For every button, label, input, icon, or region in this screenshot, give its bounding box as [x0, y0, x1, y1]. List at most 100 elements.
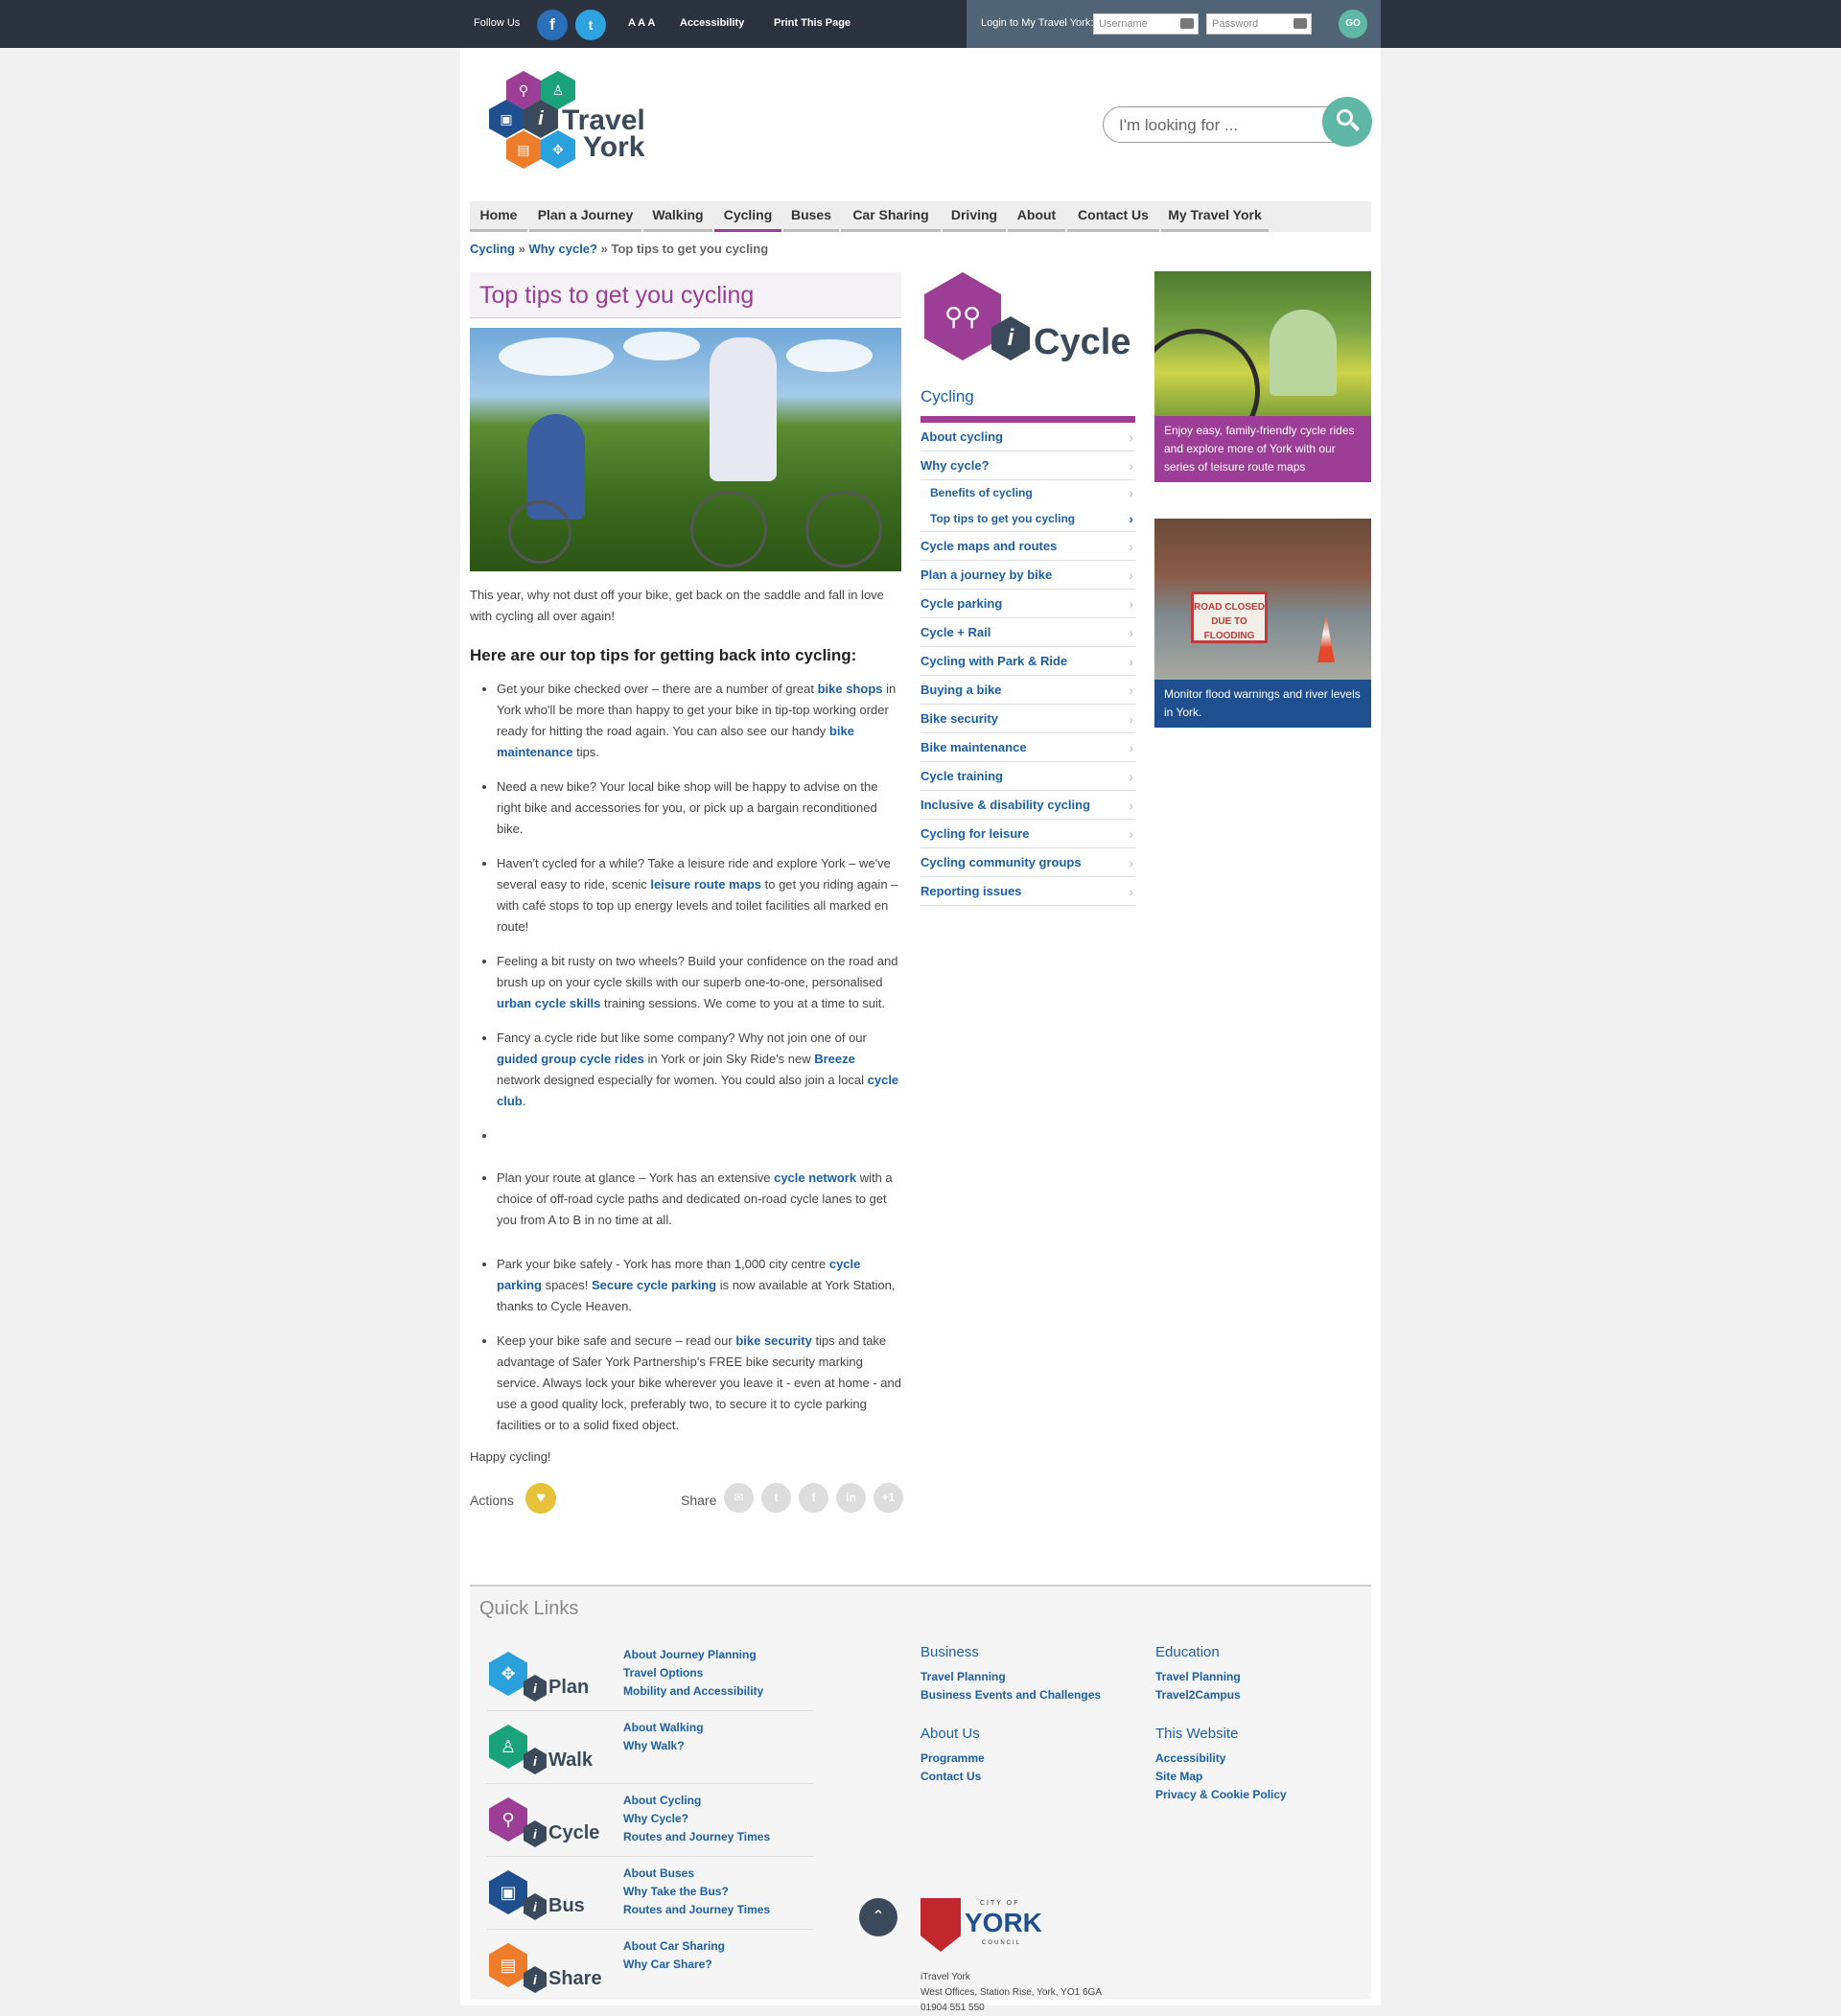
quick-link[interactable]: Routes and Journey Times [623, 1901, 770, 1919]
promo-flood-warnings[interactable]: ROAD CLOSED DUE TO FLOODING Monitor floo… [1154, 519, 1371, 728]
accessibility-link[interactable]: Accessibility [680, 17, 744, 29]
guided-group-rides-link[interactable]: guided group cycle rides [497, 1052, 644, 1066]
text-size-button[interactable]: A A A [628, 17, 655, 29]
sidebar-item-cycle-rail[interactable]: Cycle + Rail › [920, 618, 1135, 647]
chevron-right-icon: › [1129, 798, 1133, 813]
urban-cycle-skills-link[interactable]: urban cycle skills [497, 996, 600, 1010]
sidebar-item-cycle-maps[interactable]: Cycle maps and routes › [920, 532, 1135, 561]
login-go-button[interactable]: GO [1339, 10, 1367, 38]
cycle-network-link[interactable]: cycle network [774, 1170, 856, 1185]
nav-my-travel-york[interactable]: My Travel York [1161, 201, 1269, 232]
footer-link[interactable]: Travel Planning [1155, 1668, 1241, 1686]
footer-link[interactable]: Business Events and Challenges [920, 1686, 1101, 1704]
sidebar-item-community-groups[interactable]: Cycling community groups › [920, 848, 1135, 877]
nav-car-sharing[interactable]: Car Sharing [841, 201, 941, 232]
sidebar-item-top-tips[interactable]: Top tips to get you cycling › [920, 506, 1135, 532]
nav-about[interactable]: About [1008, 201, 1065, 232]
address-line: West Offices, Station Rise, York, YO1 6G… [920, 1987, 1102, 1998]
linkedin-icon[interactable]: in [836, 1483, 866, 1513]
iplan-brand-text: Plan [548, 1677, 590, 1698]
sidebar-item-why-cycle[interactable]: Why cycle? › [920, 452, 1135, 480]
sidebar-item-bike-maintenance[interactable]: Bike maintenance › [920, 733, 1135, 762]
secure-cycle-parking-link[interactable]: Secure cycle parking [592, 1278, 716, 1292]
quick-link[interactable]: About Walking [623, 1719, 704, 1737]
search-button[interactable] [1322, 97, 1372, 147]
nav-walking[interactable]: Walking [643, 201, 712, 232]
sidebar-item-reporting-issues[interactable]: Reporting issues › [920, 877, 1135, 906]
sidebar-item-park-and-ride[interactable]: Cycling with Park & Ride › [920, 647, 1135, 676]
bike-shops-link[interactable]: bike shops [818, 682, 883, 696]
quick-links-bus: ▣ i Bus About Buses Why Take the Bus? Ro… [487, 1857, 813, 1930]
email-icon[interactable]: ✉ [724, 1483, 754, 1513]
footer-link[interactable]: Site Map [1155, 1768, 1287, 1786]
nav-contact-us[interactable]: Contact Us [1067, 201, 1159, 232]
promo-leisure-routes[interactable]: Enjoy easy, family-friendly cycle rides … [1154, 271, 1371, 482]
facebook-icon[interactable]: f [537, 10, 568, 40]
bike-wheel-shape [690, 491, 767, 568]
bicycle-icon: ⚲ [489, 1797, 527, 1842]
sidebar-item-cycle-parking[interactable]: Cycle parking › [920, 590, 1135, 618]
sidebar-item-plan-journey-by-bike[interactable]: Plan a journey by bike › [920, 561, 1135, 590]
quick-link[interactable]: About Buses [623, 1865, 770, 1883]
google-plus-icon[interactable]: +1 [874, 1483, 903, 1513]
sidebar-item-inclusive-cycling[interactable]: Inclusive & disability cycling › [920, 791, 1135, 820]
ibus-logo[interactable]: ▣ i Bus [489, 1870, 604, 1924]
footer-link[interactable]: Privacy & Cookie Policy [1155, 1786, 1287, 1804]
twitter-icon[interactable]: t [575, 10, 606, 40]
print-page-link[interactable]: Print This Page [774, 17, 851, 29]
follow-us-label: Follow Us [474, 17, 521, 29]
quick-link[interactable]: Routes and Journey Times [623, 1828, 770, 1846]
nav-driving[interactable]: Driving [943, 201, 1006, 232]
icycle-logo[interactable]: ⚲ i Cycle [489, 1797, 604, 1851]
leisure-route-maps-link[interactable]: leisure route maps [650, 877, 761, 892]
quick-link[interactable]: Why Take the Bus? [623, 1883, 770, 1901]
nav-plan-a-journey[interactable]: Plan a Journey [529, 201, 641, 232]
search-box[interactable]: I'm looking for ... [1103, 97, 1372, 147]
city-of-york-council-logo[interactable]: CITY OF YORK COUNCIL [920, 1898, 1064, 1956]
quick-link[interactable]: About Cycling [623, 1792, 770, 1810]
itravel-york-logo[interactable]: ⚲ ♙ ▣ i ▤ ✥ Travel York [485, 71, 658, 176]
quick-link[interactable]: Why Walk? [623, 1737, 704, 1755]
sidebar-item-cycle-training[interactable]: Cycle training › [920, 762, 1135, 791]
sidebar-item-about-cycling[interactable]: About cycling › [920, 423, 1135, 452]
quick-link[interactable]: Travel Options [623, 1664, 763, 1682]
sidebar-item-buying-a-bike[interactable]: Buying a bike › [920, 676, 1135, 705]
password-field[interactable]: Password [1206, 13, 1312, 35]
facebook-icon[interactable]: f [799, 1483, 828, 1513]
footer-link[interactable]: Travel2Campus [1155, 1686, 1241, 1704]
search-input[interactable]: I'm looking for ... [1119, 116, 1238, 135]
chevron-right-icon: › [1129, 596, 1133, 612]
council-sub-text: COUNCIL [982, 1940, 1022, 1946]
footer-link[interactable]: Accessibility [1155, 1750, 1287, 1768]
bike-security-link[interactable]: bike security [735, 1333, 812, 1348]
breadcrumb-why-cycle[interactable]: Why cycle? [528, 242, 597, 256]
iplan-logo[interactable]: ✥ i Plan [489, 1652, 604, 1705]
breeze-link[interactable]: Breeze [814, 1052, 855, 1066]
quick-link[interactable]: About Journey Planning [623, 1646, 763, 1664]
sidebar-item-benefits-of-cycling[interactable]: Benefits of cycling › [920, 480, 1135, 506]
username-field[interactable]: Username [1093, 13, 1199, 35]
nav-buses[interactable]: Buses [783, 201, 839, 232]
footer-link[interactable]: Programme [920, 1750, 985, 1768]
quick-link[interactable]: Why Car Share? [623, 1956, 725, 1974]
breadcrumb-separator: » [600, 242, 608, 256]
nav-cycling[interactable]: Cycling [714, 201, 781, 232]
council-small-text: CITY OF [980, 1900, 1020, 1907]
footer-link[interactable]: Contact Us [920, 1768, 985, 1786]
sidebar-item-bike-security[interactable]: Bike security › [920, 705, 1135, 733]
nav-home[interactable]: Home [470, 201, 527, 232]
sidebar-item-cycling-for-leisure[interactable]: Cycling for leisure › [920, 820, 1135, 848]
twitter-icon[interactable]: t [761, 1483, 791, 1513]
back-to-top-button[interactable]: ⌃ [859, 1898, 897, 1936]
heart-icon[interactable]: ♥ [525, 1483, 556, 1514]
ishare-logo[interactable]: ▤ i Share [489, 1943, 604, 1997]
iwalk-logo[interactable]: ♙ i Walk [489, 1725, 604, 1778]
york-crest-icon [920, 1898, 961, 1952]
tip-text: spaces! [541, 1278, 592, 1292]
quick-link[interactable]: About Car Sharing [623, 1937, 725, 1956]
breadcrumb-separator: » [518, 242, 525, 256]
quick-link[interactable]: Why Cycle? [623, 1810, 770, 1828]
footer-link[interactable]: Travel Planning [920, 1668, 1101, 1686]
quick-link[interactable]: Mobility and Accessibility [623, 1682, 763, 1701]
breadcrumb-cycling[interactable]: Cycling [470, 242, 515, 256]
